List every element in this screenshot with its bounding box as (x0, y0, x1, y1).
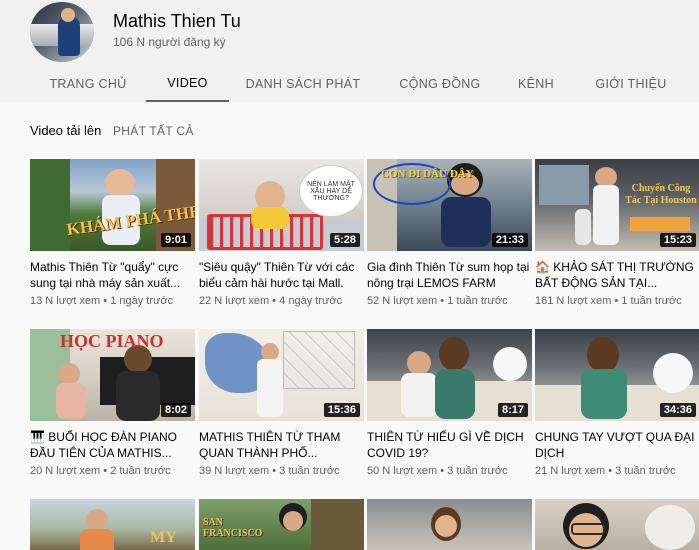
video-card[interactable]: 34:36 CHUNG TAY VƯỢT QUA ĐẠI DỊCH 21 N l… (535, 329, 699, 477)
video-thumbnail[interactable]: NÊN LÀM MẶT XẤU HAY DỄ THƯƠNG? 5:28 (199, 159, 364, 251)
video-card[interactable] (367, 499, 532, 550)
thumbnail-overlay-text: Chuyến Công Tác Tại Houston (625, 183, 697, 206)
view-count: 52 N lượt xem (367, 295, 438, 307)
view-count: 50 N lượt xem (367, 465, 438, 477)
video-meta: 50 N lượt xem • 3 tuần trước (367, 465, 508, 477)
thumbnail-overlay-text: NÊN LÀM MẶT XẤU HAY DỄ THƯƠNG? (299, 165, 363, 217)
video-meta: 52 N lượt xem • 1 tuần trước (367, 295, 508, 307)
video-meta: 13 N lượt xem • 1 ngày trước (30, 295, 174, 307)
thumbnail-overlay-text: CON ĐI DÂU ĐÂY (381, 168, 474, 180)
tab-about[interactable]: GIỚI THIỆU (585, 65, 677, 102)
tab-videos[interactable]: VIDEO (146, 65, 229, 102)
video-duration: 8:02 (160, 403, 191, 417)
video-meta: 21 N lượt xem • 3 tuần trước (535, 465, 676, 477)
view-count: 13 N lượt xem (30, 295, 101, 307)
upload-age: 2 tuần trước (110, 465, 171, 477)
upload-age: 3 tuần trước (615, 465, 676, 477)
video-duration: 21:33 (491, 233, 528, 247)
view-count: 22 N lượt xem (199, 295, 270, 307)
avatar-kid-head (61, 8, 75, 22)
video-thumbnail[interactable]: 8:17 (367, 329, 532, 421)
video-title[interactable]: CHUNG TAY VƯỢT QUA ĐẠI DỊCH (535, 429, 699, 461)
video-meta: 20 N lượt xem • 2 tuần trước (30, 465, 171, 477)
thumbnail-overlay-text: SAN FRANCISCO (203, 517, 263, 539)
video-title[interactable]: Mathis Thiên Từ "quẩy" cực sung tại nhà … (30, 259, 195, 291)
tab-community[interactable]: CỘNG ĐỒNG (386, 65, 494, 102)
channel-name: Mathis Thien Tu (113, 11, 241, 31)
thumbnail-overlay-text: HỌC PIANO (60, 331, 164, 351)
video-title[interactable]: "Siêu quậy" Thiên Từ với các biểu cảm hà… (199, 259, 364, 291)
upload-age: 1 tuần trước (447, 295, 508, 307)
video-card[interactable]: 15:36 MATHIS THIÊN TỪ THAM QUAN THÀNH PH… (199, 329, 364, 477)
video-card[interactable]: 8:17 THIÊN TỪ HIỂU GÌ VỀ DỊCH COVID 19? … (367, 329, 532, 477)
video-thumbnail[interactable]: CON ĐI DÂU ĐÂY 21:33 (367, 159, 532, 251)
play-all-button[interactable]: PHÁT TẤT CẢ (113, 124, 194, 138)
video-card[interactable]: SAN FRANCISCO (199, 499, 364, 550)
view-count: 21 N lượt xem (535, 465, 606, 477)
video-duration: 5:28 (329, 233, 360, 247)
video-duration: 15:36 (323, 403, 360, 417)
video-thumbnail[interactable]: Chuyến Công Tác Tại Houston 15:23 (535, 159, 699, 251)
upload-age: 3 tuần trước (279, 465, 340, 477)
view-count: 161 N lượt xem (535, 295, 612, 307)
video-card[interactable]: NÊN LÀM MẶT XẤU HAY DỄ THƯƠNG? 5:28 "Siê… (199, 159, 364, 307)
video-title[interactable]: Gia đình Thiên Từ sum họp tại nông trại … (367, 259, 532, 291)
view-count: 39 N lượt xem (199, 465, 270, 477)
thumbnail-overlay-text: MY (150, 529, 177, 546)
video-card[interactable]: CON ĐI DÂU ĐÂY 21:33 Gia đình Thiên Từ s… (367, 159, 532, 307)
video-card[interactable]: HỌC PIANO 8:02 🎹 BUỔI HỌC ĐÀN PIANO ĐẦU … (30, 329, 195, 477)
channel-avatar[interactable] (30, 2, 94, 62)
video-duration: 8:17 (497, 403, 528, 417)
video-title[interactable]: 🏠 KHẢO SÁT THỊ TRƯỜNG BẤT ĐỘNG SẢN TẠI..… (535, 259, 699, 291)
upload-age: 3 tuần trước (447, 465, 508, 477)
video-title[interactable]: MATHIS THIÊN TỪ THAM QUAN THÀNH PHỐ... (199, 429, 364, 461)
upload-age: 1 ngày trước (110, 295, 174, 307)
video-card[interactable] (535, 499, 699, 550)
video-title[interactable]: THIÊN TỪ HIỂU GÌ VỀ DỊCH COVID 19? (367, 429, 532, 461)
video-title[interactable]: 🎹 BUỔI HỌC ĐÀN PIANO ĐẦU TIÊN CỦA MATHIS… (30, 429, 195, 461)
video-meta: 161 N lượt xem • 1 tuần trước (535, 295, 682, 307)
video-duration: 34:36 (659, 403, 696, 417)
video-meta: 39 N lượt xem • 3 tuần trước (199, 465, 340, 477)
view-count: 20 N lượt xem (30, 465, 101, 477)
video-thumbnail[interactable] (535, 499, 699, 550)
video-thumbnail[interactable]: 15:36 (199, 329, 364, 421)
video-thumbnail[interactable]: HỌC PIANO 8:02 (30, 329, 195, 421)
upload-age: 4 ngày trước (279, 295, 343, 307)
video-card[interactable]: MY (30, 499, 195, 550)
upload-age: 1 tuần trước (621, 295, 682, 307)
video-thumbnail[interactable]: 34:36 (535, 329, 699, 421)
video-meta: 22 N lượt xem • 4 ngày trước (199, 295, 343, 307)
tab-home[interactable]: TRANG CHỦ (40, 65, 136, 102)
tab-channels[interactable]: KÊNH (508, 65, 564, 102)
video-duration: 15:23 (659, 233, 696, 247)
tab-playlists[interactable]: DANH SÁCH PHÁT (240, 65, 366, 102)
video-card[interactable]: KHÁM PHÁ THE MALL 9:01 Mathis Thiên Từ "… (30, 159, 195, 307)
video-thumbnail[interactable] (367, 499, 532, 550)
video-thumbnail[interactable]: SAN FRANCISCO (199, 499, 364, 550)
channel-header: Mathis Thien Tu 106 N người đăng ký TRAN… (0, 0, 699, 102)
video-card[interactable]: Chuyến Công Tác Tại Houston 15:23 🏠 KHẢO… (535, 159, 699, 307)
video-thumbnail[interactable]: MY (30, 499, 195, 550)
avatar-kid-body (58, 16, 80, 56)
subscriber-count: 106 N người đăng ký (113, 35, 226, 49)
video-thumbnail[interactable]: KHÁM PHÁ THE MALL 9:01 (30, 159, 195, 251)
section-title: Video tải lên (30, 123, 102, 138)
video-duration: 9:01 (160, 233, 191, 247)
